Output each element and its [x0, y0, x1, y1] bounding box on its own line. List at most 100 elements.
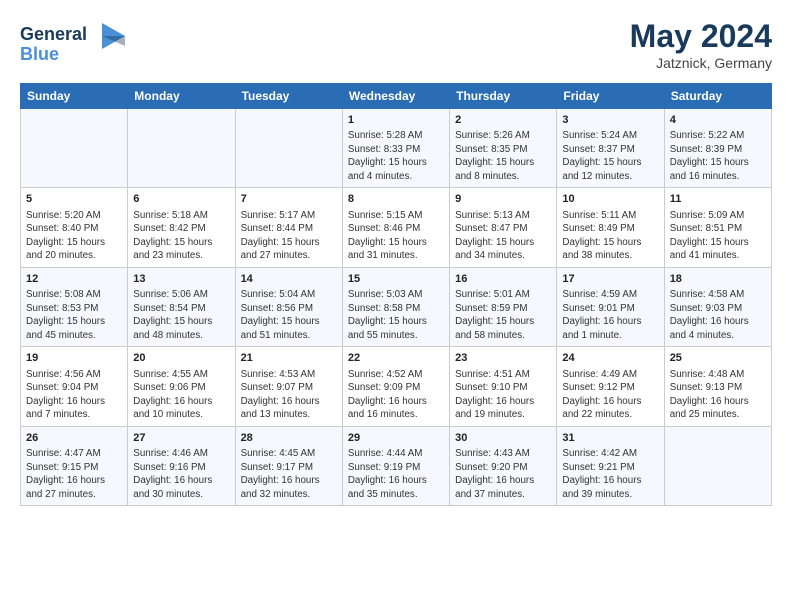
- cell-content: Sunrise: 4:53 AM Sunset: 9:07 PM Dayligh…: [241, 368, 337, 422]
- cell-content: Sunrise: 5:01 AM Sunset: 8:59 PM Dayligh…: [455, 288, 551, 342]
- week-row-1: 1Sunrise: 5:28 AM Sunset: 8:33 PM Daylig…: [21, 109, 772, 188]
- cell-content: Sunrise: 5:09 AM Sunset: 8:51 PM Dayligh…: [670, 209, 766, 263]
- calendar-cell: 1Sunrise: 5:28 AM Sunset: 8:33 PM Daylig…: [342, 109, 449, 188]
- cell-content: Sunrise: 5:22 AM Sunset: 8:39 PM Dayligh…: [670, 129, 766, 183]
- cell-content: Sunrise: 4:59 AM Sunset: 9:01 PM Dayligh…: [562, 288, 658, 342]
- cell-content: Sunrise: 5:04 AM Sunset: 8:56 PM Dayligh…: [241, 288, 337, 342]
- day-number: 20: [133, 351, 229, 366]
- week-row-5: 26Sunrise: 4:47 AM Sunset: 9:15 PM Dayli…: [21, 426, 772, 505]
- cell-content: Sunrise: 4:55 AM Sunset: 9:06 PM Dayligh…: [133, 368, 229, 422]
- calendar-cell: 22Sunrise: 4:52 AM Sunset: 9:09 PM Dayli…: [342, 347, 449, 426]
- day-number: 19: [26, 351, 122, 366]
- col-friday: Friday: [557, 84, 664, 109]
- calendar-table: Sunday Monday Tuesday Wednesday Thursday…: [20, 83, 772, 506]
- calendar-cell: 19Sunrise: 4:56 AM Sunset: 9:04 PM Dayli…: [21, 347, 128, 426]
- day-number: 8: [348, 192, 444, 207]
- day-number: 7: [241, 192, 337, 207]
- calendar-cell: 12Sunrise: 5:08 AM Sunset: 8:53 PM Dayli…: [21, 267, 128, 346]
- calendar-cell: 3Sunrise: 5:24 AM Sunset: 8:37 PM Daylig…: [557, 109, 664, 188]
- calendar-cell: 20 Sunrise: 4:55 AM Sunset: 9:06 PM Dayli…: [128, 347, 235, 426]
- day-number: 25: [670, 351, 766, 366]
- svg-text:Blue: Blue: [20, 44, 59, 64]
- day-number: 27: [133, 431, 229, 446]
- month-title: May 2024: [630, 18, 772, 55]
- calendar-cell: 30Sunrise: 4:43 AM Sunset: 9:20 PM Dayli…: [450, 426, 557, 505]
- calendar-cell: 5Sunrise: 5:20 AM Sunset: 8:40 PM Daylig…: [21, 188, 128, 267]
- calendar-cell: 21 Sunrise: 4:53 AM Sunset: 9:07 PM Dayli…: [235, 347, 342, 426]
- day-number: 11: [670, 192, 766, 207]
- calendar-cell: 16Sunrise: 5:01 AM Sunset: 8:59 PM Dayli…: [450, 267, 557, 346]
- day-number: 28: [241, 431, 337, 446]
- cell-content: Sunrise: 4:43 AM Sunset: 9:20 PM Dayligh…: [455, 447, 551, 501]
- cell-content: Sunrise: 4:51 AM Sunset: 9:10 PM Dayligh…: [455, 368, 551, 422]
- day-number: 14: [241, 272, 337, 287]
- cell-content: Sunrise: 4:47 AM Sunset: 9:15 PM Dayligh…: [26, 447, 122, 501]
- cell-content: Sunrise: 4:42 AM Sunset: 9:21 PM Dayligh…: [562, 447, 658, 501]
- cell-content: Sunrise: 5:13 AM Sunset: 8:47 PM Dayligh…: [455, 209, 551, 263]
- logo-svg: General Blue: [20, 18, 125, 66]
- calendar-cell: 28Sunrise: 4:45 AM Sunset: 9:17 PM Dayli…: [235, 426, 342, 505]
- calendar-cell: [21, 109, 128, 188]
- day-number: 15: [348, 272, 444, 287]
- col-monday: Monday: [128, 84, 235, 109]
- cell-content: Sunrise: 5:20 AM Sunset: 8:40 PM Dayligh…: [26, 209, 122, 263]
- day-number: 23: [455, 351, 551, 366]
- calendar-cell: 9 Sunrise: 5:13 AM Sunset: 8:47 PM Daylig…: [450, 188, 557, 267]
- calendar-cell: 14Sunrise: 5:04 AM Sunset: 8:56 PM Dayli…: [235, 267, 342, 346]
- calendar-cell: 11 Sunrise: 5:09 AM Sunset: 8:51 PM Dayli…: [664, 188, 771, 267]
- calendar-cell: 26Sunrise: 4:47 AM Sunset: 9:15 PM Dayli…: [21, 426, 128, 505]
- calendar-cell: 25Sunrise: 4:48 AM Sunset: 9:13 PM Dayli…: [664, 347, 771, 426]
- day-number: 31: [562, 431, 658, 446]
- calendar-cell: [235, 109, 342, 188]
- day-number: 3: [562, 113, 658, 128]
- day-number: 16: [455, 272, 551, 287]
- calendar-cell: 7 Sunrise: 5:17 AM Sunset: 8:44 PM Daylig…: [235, 188, 342, 267]
- week-row-2: 5Sunrise: 5:20 AM Sunset: 8:40 PM Daylig…: [21, 188, 772, 267]
- cell-content: Sunrise: 5:15 AM Sunset: 8:46 PM Dayligh…: [348, 209, 444, 263]
- day-number: 18: [670, 272, 766, 287]
- logo: General Blue: [20, 18, 125, 71]
- day-number: 10: [562, 192, 658, 207]
- col-thursday: Thursday: [450, 84, 557, 109]
- cell-content: Sunrise: 4:52 AM Sunset: 9:09 PM Dayligh…: [348, 368, 444, 422]
- cell-content: Sunrise: 4:45 AM Sunset: 9:17 PM Dayligh…: [241, 447, 337, 501]
- cell-content: Sunrise: 5:03 AM Sunset: 8:58 PM Dayligh…: [348, 288, 444, 342]
- col-sunday: Sunday: [21, 84, 128, 109]
- cell-content: Sunrise: 5:26 AM Sunset: 8:35 PM Dayligh…: [455, 129, 551, 183]
- cell-content: Sunrise: 5:08 AM Sunset: 8:53 PM Dayligh…: [26, 288, 122, 342]
- cell-content: Sunrise: 4:46 AM Sunset: 9:16 PM Dayligh…: [133, 447, 229, 501]
- day-number: 6: [133, 192, 229, 207]
- calendar-cell: 31Sunrise: 4:42 AM Sunset: 9:21 PM Dayli…: [557, 426, 664, 505]
- cell-content: Sunrise: 5:11 AM Sunset: 8:49 PM Dayligh…: [562, 209, 658, 263]
- calendar-cell: [128, 109, 235, 188]
- title-block: May 2024 Jatznick, Germany: [630, 18, 772, 71]
- calendar-cell: 23 Sunrise: 4:51 AM Sunset: 9:10 PM Dayli…: [450, 347, 557, 426]
- day-number: 21: [241, 351, 337, 366]
- calendar-cell: 17Sunrise: 4:59 AM Sunset: 9:01 PM Dayli…: [557, 267, 664, 346]
- calendar-cell: 27Sunrise: 4:46 AM Sunset: 9:16 PM Dayli…: [128, 426, 235, 505]
- calendar-cell: 18Sunrise: 4:58 AM Sunset: 9:03 PM Dayli…: [664, 267, 771, 346]
- cell-content: Sunrise: 5:24 AM Sunset: 8:37 PM Dayligh…: [562, 129, 658, 183]
- main-container: General Blue May 2024 Jatznick, Germany …: [0, 0, 792, 516]
- svg-text:General: General: [20, 24, 87, 44]
- location: Jatznick, Germany: [630, 55, 772, 71]
- day-number: 13: [133, 272, 229, 287]
- calendar-cell: 24Sunrise: 4:49 AM Sunset: 9:12 PM Dayli…: [557, 347, 664, 426]
- cell-content: Sunrise: 5:17 AM Sunset: 8:44 PM Dayligh…: [241, 209, 337, 263]
- calendar-cell: 2Sunrise: 5:26 AM Sunset: 8:35 PM Daylig…: [450, 109, 557, 188]
- cell-content: Sunrise: 4:58 AM Sunset: 9:03 PM Dayligh…: [670, 288, 766, 342]
- col-saturday: Saturday: [664, 84, 771, 109]
- col-tuesday: Tuesday: [235, 84, 342, 109]
- cell-content: Sunrise: 5:28 AM Sunset: 8:33 PM Dayligh…: [348, 129, 444, 183]
- calendar-cell: 8 Sunrise: 5:15 AM Sunset: 8:46 PM Daylig…: [342, 188, 449, 267]
- day-number: 1: [348, 113, 444, 128]
- day-number: 12: [26, 272, 122, 287]
- cell-content: Sunrise: 4:44 AM Sunset: 9:19 PM Dayligh…: [348, 447, 444, 501]
- day-number: 9: [455, 192, 551, 207]
- week-row-3: 12Sunrise: 5:08 AM Sunset: 8:53 PM Dayli…: [21, 267, 772, 346]
- day-number: 17: [562, 272, 658, 287]
- cell-content: Sunrise: 5:06 AM Sunset: 8:54 PM Dayligh…: [133, 288, 229, 342]
- calendar-cell: [664, 426, 771, 505]
- day-number: 2: [455, 113, 551, 128]
- day-number: 26: [26, 431, 122, 446]
